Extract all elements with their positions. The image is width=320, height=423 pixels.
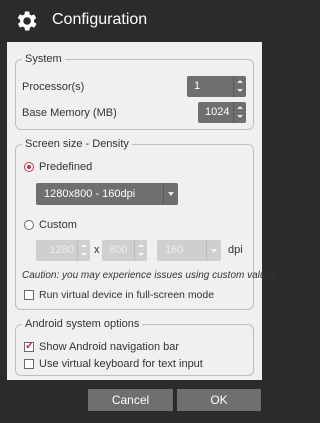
custom-label[interactable]: Custom (39, 219, 77, 231)
fullscreen-label[interactable]: Run virtual device in full-screen mode (39, 289, 214, 301)
custom-height-stepper[interactable]: 800 (102, 240, 147, 261)
custom-width-value: 1280 (49, 244, 74, 256)
custom-width-arrows[interactable] (77, 240, 90, 261)
custom-density-select[interactable]: 160 (157, 240, 221, 261)
memory-stepper[interactable]: 1024 (198, 102, 246, 123)
predefined-value: 1280x800 - 160dpi (44, 188, 136, 200)
arrow-up-icon (81, 244, 87, 247)
memory-arrows[interactable] (233, 102, 246, 123)
fullscreen-checkbox[interactable] (24, 290, 34, 300)
processors-label: Processor(s) (22, 81, 85, 93)
arrow-up-icon (237, 80, 243, 83)
custom-height-value: 800 (109, 244, 128, 256)
navbar-checkbox[interactable]: ✓ (24, 340, 35, 352)
arrow-up-icon (138, 244, 144, 247)
android-legend: Android system options (22, 317, 143, 331)
android-group: Android system options ✓ Show Android na… (15, 317, 254, 376)
predefined-label[interactable]: Predefined (39, 161, 92, 173)
custom-density-dropdown[interactable] (206, 240, 221, 261)
memory-label: Base Memory (MB) (22, 107, 117, 119)
custom-width-stepper[interactable]: 1280 (36, 240, 90, 261)
checkmark-icon: ✓ (25, 340, 35, 352)
processors-stepper[interactable]: 1 (187, 76, 246, 97)
ok-button[interactable]: OK (177, 389, 261, 411)
config-panel: System Processor(s) 1 Base Memory (MB) 1… (7, 42, 276, 380)
processors-value: 1 (194, 80, 201, 92)
window-title: Configuration (52, 11, 148, 28)
processors-arrows[interactable] (233, 76, 246, 97)
arrow-down-icon (237, 89, 243, 92)
system-group: System Processor(s) 1 Base Memory (MB) 1… (15, 52, 254, 130)
keyboard-checkbox[interactable] (24, 359, 34, 369)
chevron-down-icon (168, 192, 174, 196)
memory-value: 1024 (205, 106, 230, 118)
gear-icon (17, 11, 37, 31)
arrow-up-icon (237, 106, 243, 109)
arrow-down-icon (138, 253, 144, 256)
predefined-select[interactable]: 1280x800 - 160dpi (36, 183, 178, 205)
dpi-label: dpi (228, 244, 243, 256)
custom-x-label: x (94, 244, 100, 256)
caution-text: Caution: you may experience issues using… (22, 270, 277, 281)
predefined-dropdown[interactable] (163, 183, 178, 205)
arrow-down-icon (81, 253, 87, 256)
predefined-radio[interactable] (24, 162, 34, 172)
title-bar: Configuration (0, 0, 269, 42)
screen-legend: Screen size - Density (22, 137, 132, 151)
cancel-button[interactable]: Cancel (88, 389, 173, 411)
screen-group: Screen size - Density Predefined 1280x80… (15, 137, 276, 310)
system-legend: System (22, 52, 65, 66)
keyboard-label[interactable]: Use virtual keyboard for text input (39, 358, 203, 370)
custom-height-arrows[interactable] (134, 240, 147, 261)
custom-density-value: 160 (165, 244, 184, 256)
navbar-label[interactable]: Show Android navigation bar (39, 341, 179, 353)
chevron-down-icon (211, 249, 217, 253)
arrow-down-icon (237, 115, 243, 118)
custom-radio[interactable] (24, 220, 34, 230)
